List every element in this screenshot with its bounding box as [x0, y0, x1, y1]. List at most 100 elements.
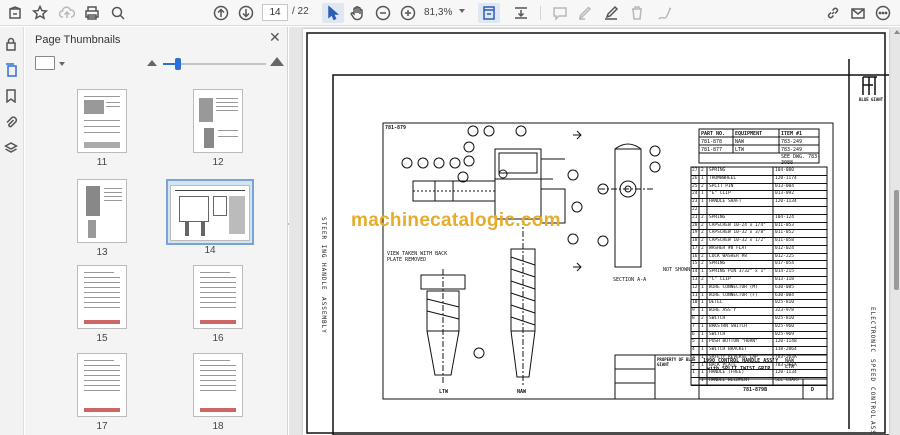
draw-icon[interactable]: [654, 3, 676, 23]
enlarge-thumbnails-icon[interactable]: [270, 57, 284, 66]
parts-cell: 1: [701, 331, 704, 337]
parts-cell: 025-960: [775, 323, 794, 329]
parts-cell: CAPSCREW 10-32 x 1/2": [709, 238, 766, 244]
document-viewport[interactable]: 781-879 VIEW TAKEN WITH BACK PLATE REMOV…: [289, 27, 900, 435]
parts-cell: 025-969: [775, 331, 794, 337]
parts-cell: 323-978: [775, 308, 794, 314]
parts-cell: 11: [692, 292, 698, 298]
parts-cell: "E" CLIP: [709, 191, 731, 197]
title-line-2: with SPLIT TWIST GRIP: [707, 366, 771, 372]
thumbnail-number: 15: [96, 333, 108, 344]
delete-icon[interactable]: [626, 3, 648, 23]
attachments-icon[interactable]: [4, 115, 20, 131]
part-table-cell: 781-878: [701, 139, 723, 145]
parts-cell: 27: [692, 168, 698, 173]
page-up-icon[interactable]: [210, 3, 232, 23]
thumbnail-page-18[interactable]: 18: [185, 353, 271, 433]
doc-number-top: 781-879: [385, 125, 407, 131]
parts-cell: SWITCH: [709, 331, 726, 337]
parts-cell: 120-1148: [775, 339, 797, 345]
shrink-thumbnails-icon[interactable]: [147, 60, 157, 66]
thumbnail-tools: [25, 52, 288, 74]
slider-knob[interactable]: [175, 58, 182, 70]
comment-icon[interactable]: [549, 3, 571, 23]
parts-cell: 630-085: [775, 284, 794, 290]
parts-cell: 017-054: [775, 261, 794, 267]
options-caret-icon[interactable]: [59, 62, 65, 66]
parts-cell: 2: [701, 230, 704, 236]
parts-cell: 1: [701, 175, 704, 181]
scrollbar-thumb[interactable]: [894, 190, 899, 290]
home-icon[interactable]: [4, 3, 26, 23]
parts-cell: WIRE CONNECTOR (F): [709, 292, 758, 298]
thumbnails-panel: Page Thumbnails ✕ 11 12 13 14 15 16 17 1…: [25, 27, 288, 435]
vertical-scrollbar[interactable]: [893, 30, 900, 435]
parts-cell: 1: [701, 284, 704, 290]
lock-icon[interactable]: [4, 37, 20, 53]
select-cursor-icon[interactable]: [322, 3, 344, 23]
thumbnail-page-13[interactable]: 13: [69, 179, 155, 259]
bookmark-star-icon[interactable]: [29, 3, 51, 23]
page-thumbnails-icon[interactable]: [4, 63, 20, 79]
layers-icon[interactable]: [3, 141, 20, 157]
parts-cell: 2: [701, 222, 704, 228]
thumbnail-number: 18: [212, 421, 224, 432]
highlight-icon[interactable]: [574, 3, 596, 23]
thumbnail-options-icon[interactable]: [35, 56, 55, 70]
parts-cell: LOCK WASHER #8: [709, 253, 747, 259]
current-page-input[interactable]: 14: [262, 4, 288, 21]
zoom-out-icon[interactable]: [372, 3, 394, 23]
parts-cell: 011-052: [775, 230, 794, 236]
thumbnail-paper: [77, 265, 127, 329]
scroll-mode-icon[interactable]: [510, 3, 532, 23]
page-down-icon[interactable]: [235, 3, 257, 23]
parts-cell: 011-058: [775, 238, 794, 244]
more-icon[interactable]: [872, 3, 894, 23]
parts-cell: SEE CHART: [775, 378, 800, 384]
parts-cell: SWITCH: [709, 315, 726, 321]
thumbnail-page-14[interactable]: 14: [166, 177, 256, 257]
thumbnail-page-15[interactable]: 15: [69, 265, 155, 345]
pdf-page: 781-879 VIEW TAKEN WITH BACK PLATE REMOV…: [303, 29, 889, 435]
brand-logo: BLUE GIANT: [859, 97, 884, 102]
zoom-search-icon[interactable]: [107, 3, 129, 23]
section-label: SECTION A-A: [613, 277, 647, 283]
bookmarks-icon[interactable]: [4, 89, 20, 105]
parts-cell: 17: [692, 245, 698, 251]
zoom-in-icon[interactable]: [397, 3, 419, 23]
print-icon[interactable]: [81, 3, 103, 23]
parts-cell: 1: [701, 323, 704, 329]
thumbnail-number: 17: [96, 421, 108, 432]
email-icon[interactable]: [847, 3, 869, 23]
cloud-upload-icon[interactable]: [56, 3, 78, 23]
thumbnail-page-16[interactable]: 16: [185, 265, 271, 345]
hand-icon[interactable]: [346, 3, 368, 23]
parts-cell: 19: [692, 230, 698, 236]
parts-cell: 14: [692, 269, 698, 275]
thumbnail-page-12[interactable]: 12: [185, 89, 271, 169]
sign-icon[interactable]: [600, 3, 622, 23]
parts-cell: SPRING: [709, 214, 726, 220]
parts-cell: 16: [692, 253, 698, 259]
parts-cell: 2: [701, 277, 704, 282]
thumbnail-number: 16: [212, 333, 224, 344]
fit-page-icon[interactable]: [478, 3, 500, 23]
watermark: machinecatalogic.com: [351, 210, 561, 231]
ltw-label: LTW: [439, 389, 449, 395]
thumbnail-paper: [77, 353, 127, 417]
zoom-dropdown-caret[interactable]: [459, 9, 465, 13]
scroll-up-icon[interactable]: [894, 30, 900, 34]
side-text-handle: HANDLE: [320, 263, 327, 291]
part-table-header-cell: ITEM #1: [781, 131, 803, 137]
thumbnail-page-11[interactable]: 11: [69, 89, 155, 169]
parts-cell: 1: [701, 378, 704, 384]
side-text-assembly: ASSEMBLY: [320, 297, 327, 334]
thumbnail-page-17[interactable]: 17: [69, 353, 155, 433]
parts-cell: WIRE ASS'Y: [709, 308, 737, 314]
close-panel-button[interactable]: ✕: [269, 29, 281, 46]
part-table-cell: LTW: [735, 147, 745, 153]
parts-cell: CAPSCREW 10-32 x 3/8": [709, 230, 766, 236]
link-icon[interactable]: [822, 3, 844, 23]
part-table-cell: NAW: [735, 139, 745, 145]
thumbnail-size-slider[interactable]: [163, 58, 266, 70]
